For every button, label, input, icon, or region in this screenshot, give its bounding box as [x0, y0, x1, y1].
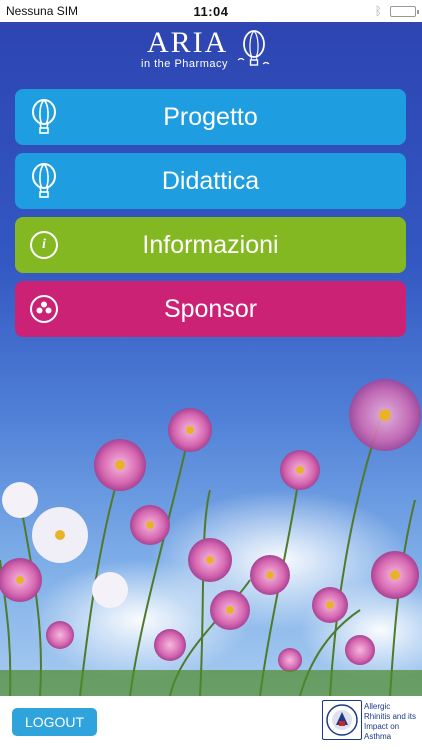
progetto-label: Progetto — [163, 102, 258, 131]
logo-title: ARIA — [147, 26, 229, 59]
clock: 11:04 — [193, 3, 229, 19]
aria-line: Rhinitis and its — [364, 712, 417, 721]
balloon-icon — [25, 98, 63, 136]
app-screen: Nessuna SIM 11:04 ᛒ ARIA in the Pharmacy — [0, 0, 422, 750]
bluetooth-icon: ᛒ — [374, 4, 382, 18]
battery-icon — [389, 5, 419, 17]
aria-line: Asthma — [364, 732, 392, 741]
carrier-label: Nessuna SIM — [6, 4, 79, 18]
aria-line: Allergic — [364, 702, 391, 711]
balloon-icon — [25, 162, 63, 200]
progetto-button[interactable]: Progetto — [15, 89, 406, 145]
sponsor-label: Sponsor — [163, 294, 258, 323]
status-indicators: ᛒ — [276, 4, 419, 18]
logo-subtitle: in the Pharmacy — [141, 58, 228, 70]
logout-button[interactable]: LOGOUT — [12, 708, 97, 736]
sponsor-icon — [25, 290, 63, 328]
didattica-button[interactable]: Didattica — [15, 153, 406, 209]
informazioni-button[interactable]: i Informazioni — [15, 217, 406, 273]
logo-balloon-icon — [237, 30, 270, 66]
sponsor-button[interactable]: Sponsor — [15, 281, 406, 337]
aria-emblem-icon — [322, 700, 362, 740]
status-bar: Nessuna SIM 11:04 ᛒ — [0, 0, 422, 22]
app-logo: ARIA in the Pharmacy — [0, 26, 422, 74]
didattica-label: Didattica — [161, 166, 260, 195]
cosmos-flowers-background — [0, 379, 422, 696]
info-icon: i — [25, 226, 63, 264]
informazioni-label: Informazioni — [142, 230, 279, 259]
aria-line: Impact on — [364, 722, 400, 731]
bottom-bar: LOGOUT Allergic Rhinitis and its Impact … — [0, 696, 422, 750]
aria-initiative-text: Allergic Rhinitis and its Impact on Asth… — [364, 702, 422, 742]
